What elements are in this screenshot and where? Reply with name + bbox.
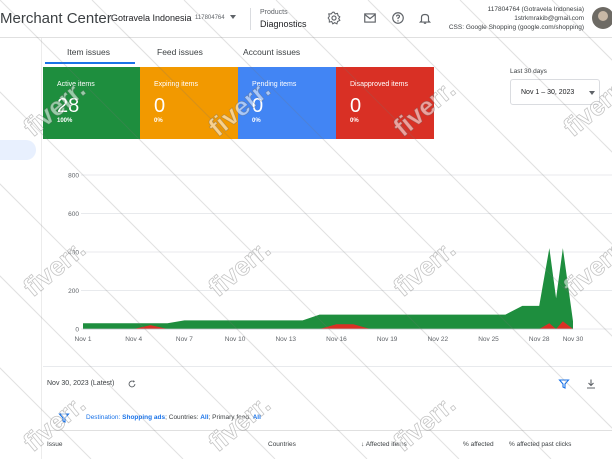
items-over-time-chart: 800 600 400 200 0 Nov 1 Nov 4 Nov 7 Nov 10 Nov 13… bbox=[68, 173, 612, 343]
left-nav bbox=[0, 38, 42, 459]
series-area-active bbox=[83, 248, 573, 329]
refresh-icon[interactable] bbox=[127, 379, 137, 389]
filter-countries-key: Countries: bbox=[168, 414, 199, 421]
account-line-email: 1strkmrakib@gmail.com bbox=[514, 15, 584, 22]
card-value: 0 bbox=[154, 95, 166, 117]
x-tick-label: Nov 25 bbox=[478, 336, 499, 343]
issues-table-header: Issue Countries ↓ Affected items % affec… bbox=[43, 430, 612, 459]
column-header-pct-affected[interactable]: % affected bbox=[463, 441, 494, 448]
card-active-items[interactable]: Active items 28 100% bbox=[43, 67, 140, 139]
mail-icon[interactable] bbox=[363, 11, 377, 25]
breadcrumb-parent[interactable]: Products bbox=[260, 9, 288, 16]
column-header-affected-items[interactable]: ↓ Affected items bbox=[361, 441, 407, 448]
x-tick-label: Nov 19 bbox=[377, 336, 398, 343]
filter-icon[interactable] bbox=[558, 378, 570, 390]
y-tick-label: 0 bbox=[75, 327, 79, 334]
date-range-label: Last 30 days bbox=[510, 68, 547, 75]
latest-date-label: Nov 30, 2023 (Latest) bbox=[47, 380, 115, 387]
x-tick-label: Nov 30 bbox=[563, 336, 584, 343]
filter-destination-key: Destination: bbox=[86, 414, 121, 421]
tab-feed-issues[interactable]: Feed issues bbox=[157, 47, 203, 57]
download-icon[interactable] bbox=[585, 378, 597, 390]
x-tick-label: Nov 16 bbox=[326, 336, 347, 343]
divider bbox=[43, 366, 612, 367]
filter-destination-value: Shopping ads bbox=[122, 414, 166, 421]
chevron-down-icon bbox=[589, 91, 595, 95]
card-label: Expiring items bbox=[154, 81, 198, 88]
card-percentage: 100% bbox=[57, 118, 73, 124]
help-icon[interactable] bbox=[391, 11, 405, 25]
card-value: 0 bbox=[350, 95, 362, 117]
active-tab-indicator bbox=[45, 62, 135, 64]
card-percentage: 0% bbox=[252, 118, 261, 124]
y-tick-label: 400 bbox=[68, 250, 79, 257]
x-tick-label: Nov 7 bbox=[176, 336, 193, 343]
column-header-label: Affected items bbox=[365, 441, 407, 448]
card-value: 28 bbox=[57, 95, 80, 117]
card-expiring-items[interactable]: Expiring items 0 0% bbox=[140, 67, 238, 139]
filter-countries-value: All bbox=[200, 414, 209, 421]
app-title[interactable]: Merchant Center bbox=[0, 10, 112, 27]
tab-item-issues[interactable]: Item issues bbox=[67, 47, 110, 57]
x-tick-label: Nov 1 bbox=[75, 336, 92, 343]
nav-item-active[interactable] bbox=[0, 140, 36, 160]
column-header-pct-affected-clicks[interactable]: % affected past clicks bbox=[509, 441, 571, 448]
account-name[interactable]: Gotravela Indonesia bbox=[111, 13, 192, 23]
active-filters[interactable]: Destination: Shopping ads; Countries: Al… bbox=[86, 414, 261, 421]
x-tick-label: Nov 10 bbox=[225, 336, 246, 343]
x-tick-label: Nov 13 bbox=[275, 336, 296, 343]
page-title: Diagnostics bbox=[260, 19, 307, 29]
tab-account-issues[interactable]: Account issues bbox=[243, 47, 300, 57]
date-range-value: Nov 1 – 30, 2023 bbox=[521, 89, 575, 96]
filter-feed-key: Primary feed: bbox=[212, 414, 251, 421]
card-label: Active items bbox=[57, 81, 95, 88]
account-switcher-chevron-down-icon[interactable] bbox=[230, 15, 236, 19]
account-info[interactable]: 117804764 (Gotravela Indonesia) 1strkmra… bbox=[449, 5, 584, 32]
y-tick-label: 200 bbox=[68, 288, 79, 295]
divider bbox=[250, 8, 251, 30]
tab-bar: Item issues Feed issues Account issues bbox=[43, 38, 612, 64]
card-label: Disapproved items bbox=[350, 81, 408, 88]
card-value: 0 bbox=[252, 95, 264, 117]
date-range-select[interactable]: Nov 1 – 30, 2023 bbox=[510, 79, 600, 105]
filter-feed-value: All bbox=[252, 414, 261, 421]
filter-icon[interactable] bbox=[58, 412, 70, 424]
x-tick-label: Nov 28 bbox=[529, 336, 550, 343]
y-tick-label: 600 bbox=[68, 211, 79, 218]
column-header-countries[interactable]: Countries bbox=[268, 441, 296, 448]
account-id[interactable]: 117804764 bbox=[195, 15, 225, 21]
card-disapproved-items[interactable]: Disapproved items 0 0% bbox=[336, 67, 434, 139]
account-line-css: CSS: Google Shopping (google.com/shoppin… bbox=[448, 24, 584, 31]
x-tick-label: Nov 4 bbox=[125, 336, 142, 343]
card-label: Pending items bbox=[252, 81, 297, 88]
account-line-id: 117804764 (Gotravela Indonesia) bbox=[487, 6, 584, 13]
card-percentage: 0% bbox=[154, 118, 163, 124]
x-tick-label: Nov 22 bbox=[428, 336, 449, 343]
settings-icon[interactable] bbox=[327, 11, 341, 25]
column-header-issue[interactable]: Issue bbox=[47, 441, 63, 448]
avatar[interactable] bbox=[592, 7, 612, 29]
card-pending-items[interactable]: Pending items 0 0% bbox=[238, 67, 336, 139]
top-bar: Merchant Center Gotravela Indonesia 1178… bbox=[0, 0, 612, 38]
notifications-icon[interactable] bbox=[418, 11, 432, 25]
card-percentage: 0% bbox=[350, 118, 359, 124]
y-tick-label: 800 bbox=[68, 173, 79, 180]
